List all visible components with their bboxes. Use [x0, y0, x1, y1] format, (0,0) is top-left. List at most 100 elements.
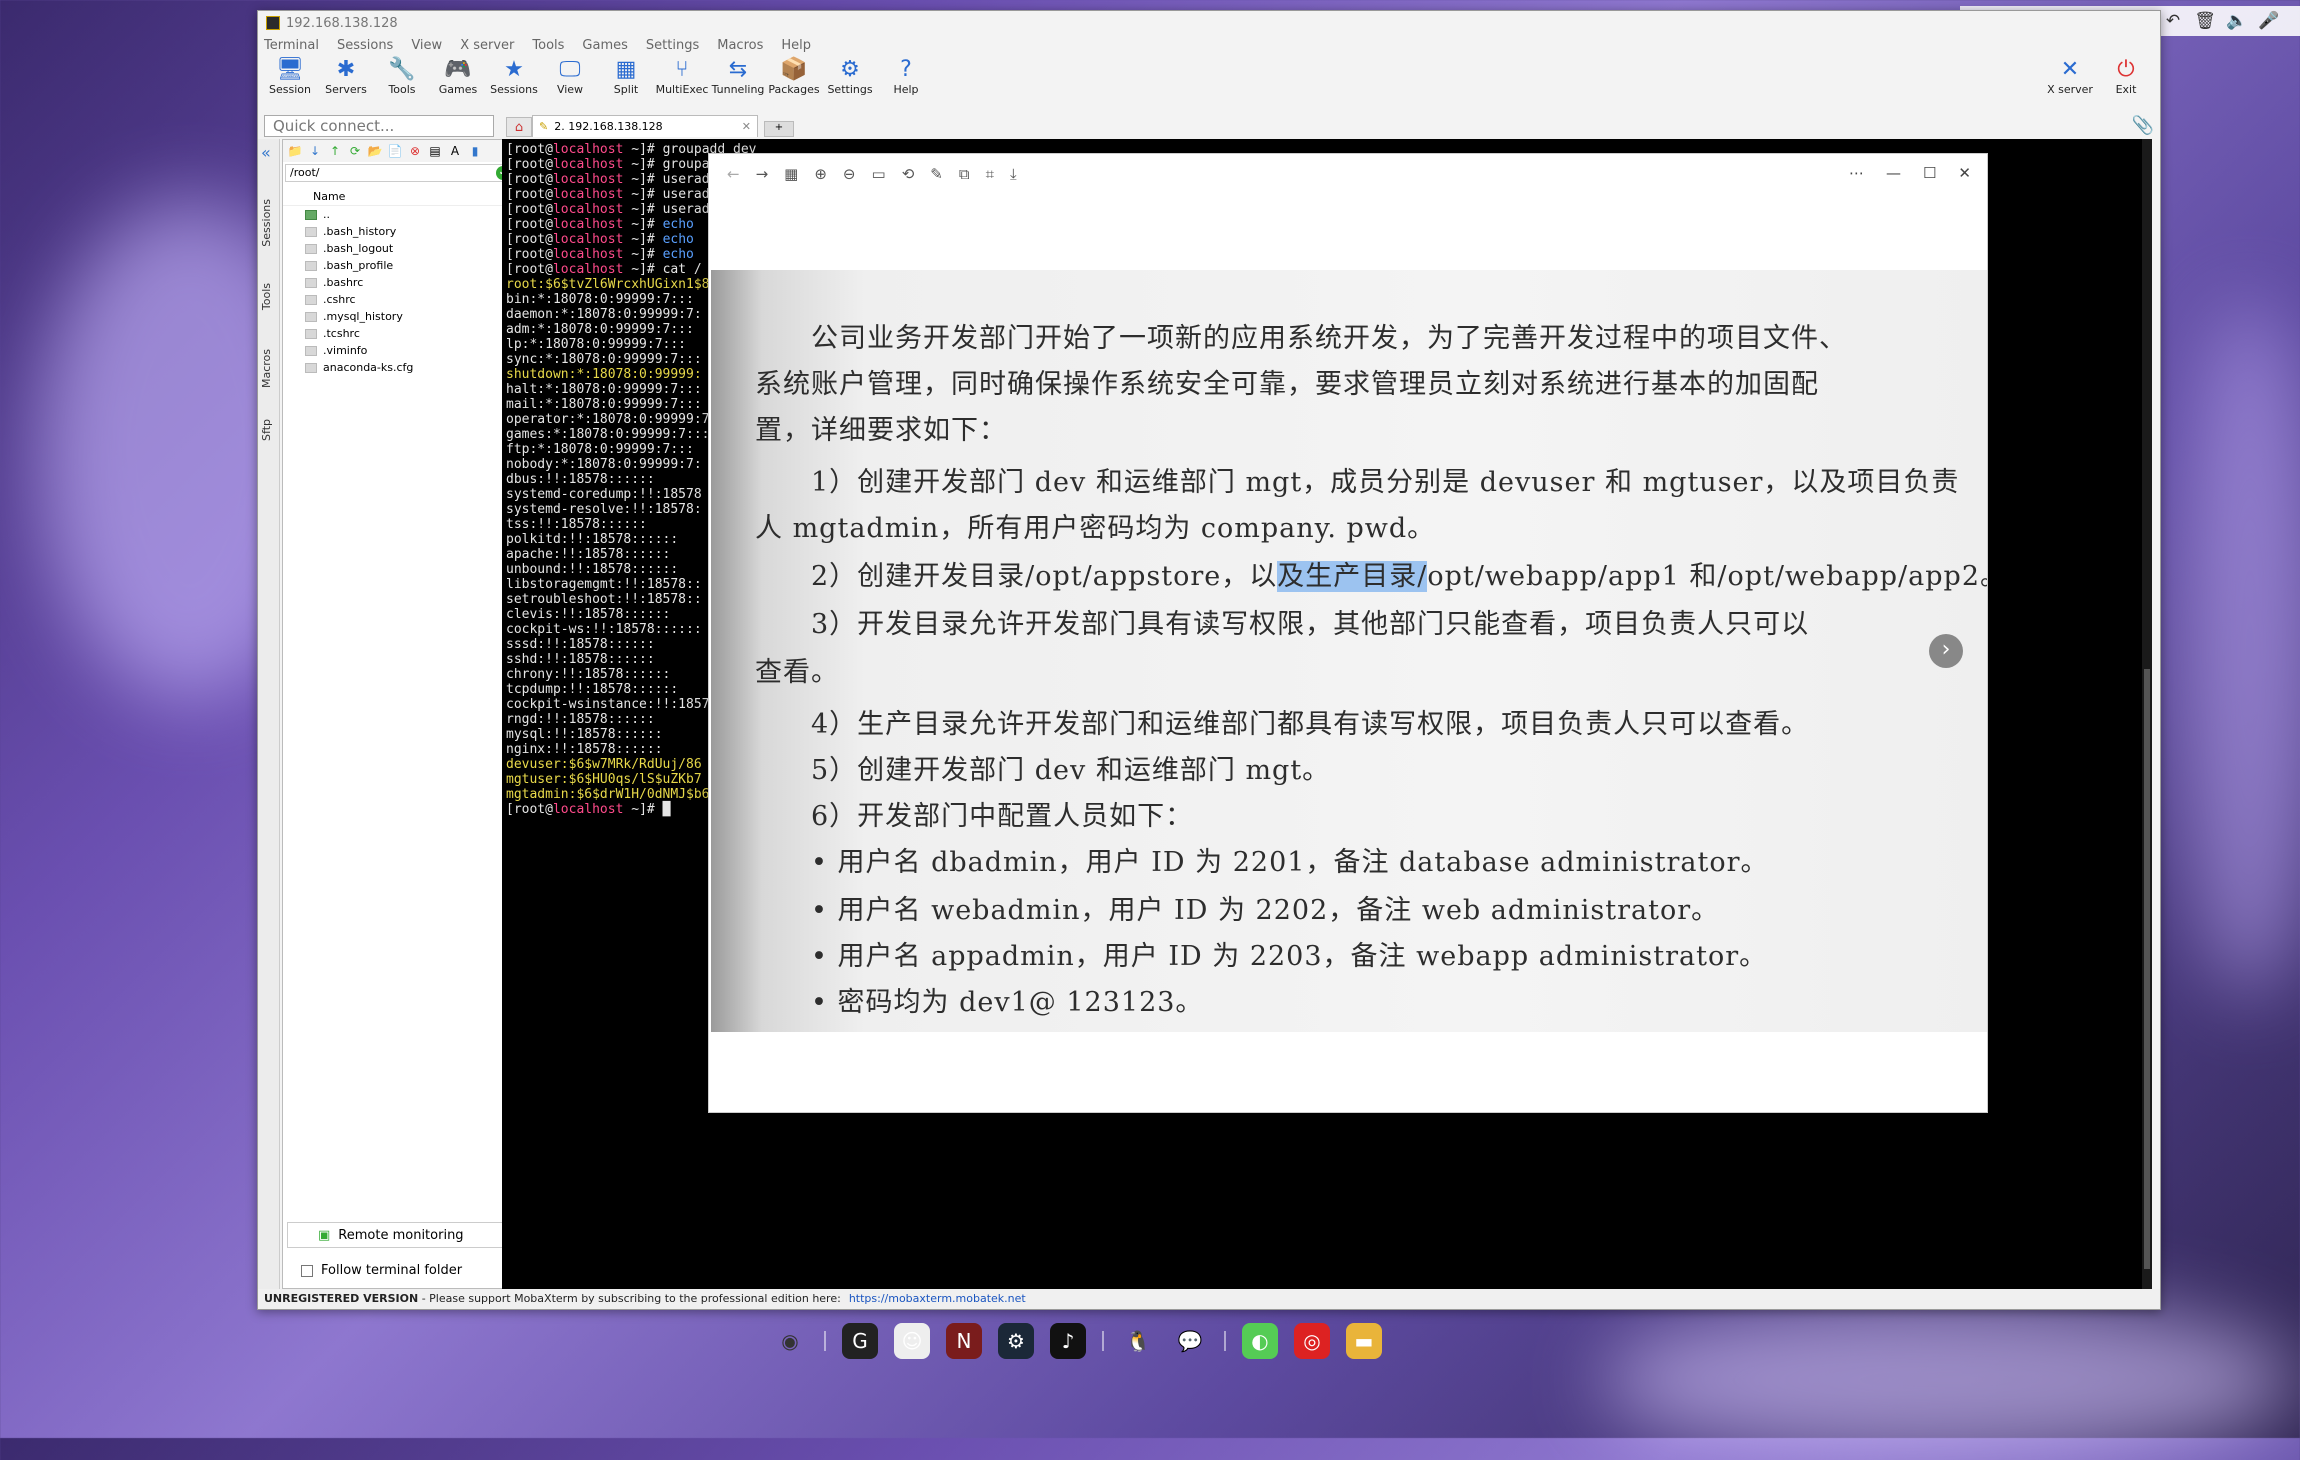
file-item[interactable]: ..: [283, 206, 515, 223]
new-tab-button[interactable]: +: [764, 121, 794, 137]
file-icon: [305, 260, 317, 271]
toggle-icon[interactable]: ▮: [467, 143, 483, 159]
mobatek-link[interactable]: https://mobaxterm.mobatek.net: [849, 1292, 1026, 1305]
qq-icon[interactable]: 🐧: [1120, 1323, 1156, 1359]
upload-icon[interactable]: ↑: [327, 143, 343, 159]
xserver-button[interactable]: ✕ X server: [2042, 55, 2098, 97]
toolbar-button[interactable]: ⑂ MultiExec: [654, 55, 710, 97]
file-item[interactable]: .bash_profile: [283, 257, 515, 274]
toolbar-button[interactable]: 📦 Packages: [766, 55, 822, 97]
naraka-icon[interactable]: N: [946, 1323, 982, 1359]
menu-item[interactable]: X server: [460, 38, 514, 53]
forward-icon[interactable]: →: [756, 165, 769, 183]
file-item[interactable]: .bash_logout: [283, 240, 515, 257]
toolbar-button[interactable]: ✱ Servers: [318, 55, 374, 97]
column-header-name[interactable]: Name: [283, 188, 515, 206]
delete-icon[interactable]: ⊗: [407, 143, 423, 159]
collapse-icon[interactable]: «: [261, 143, 271, 162]
sidebar-tab-sessions[interactable]: Sessions: [260, 199, 273, 247]
undo-icon[interactable]: ↶: [2160, 8, 2186, 34]
grid-icon[interactable]: ▦: [784, 165, 798, 183]
steam-icon[interactable]: ⚙: [998, 1323, 1034, 1359]
new-folder-icon[interactable]: 📂: [367, 143, 383, 159]
app-icon: [266, 16, 280, 30]
sidebar-tab-macros[interactable]: Macros: [260, 349, 273, 388]
folder-up-icon[interactable]: 📁: [287, 143, 303, 159]
menu-item[interactable]: Games: [582, 38, 627, 53]
quick-connect-input[interactable]: Quick connect...: [264, 115, 494, 137]
sftp-toolbar: 📁 ↓ ↑ ⟳ 📂 📄 ⊗ ▤ A ▮: [283, 140, 515, 162]
toolbar-button[interactable]: 🖵 View: [542, 55, 598, 97]
file-item[interactable]: anaconda-ks.cfg: [283, 359, 515, 376]
sftp-path-field[interactable]: /root/ ✓: [285, 164, 513, 182]
close-icon[interactable]: ✕: [1958, 164, 1971, 182]
toolbar-button[interactable]: 🎮 Games: [430, 55, 486, 97]
sidebar-tab-tools[interactable]: Tools: [260, 283, 273, 310]
chrome-icon[interactable]: ◉: [772, 1323, 808, 1359]
terminal-scrollbar[interactable]: [2142, 139, 2152, 1289]
microphone-icon[interactable]: 🎤: [2256, 8, 2282, 34]
toolbar-button[interactable]: ⇆ Tunneling: [710, 55, 766, 97]
file-item[interactable]: .mysql_history: [283, 308, 515, 325]
tiktok-icon[interactable]: ♪: [1050, 1323, 1086, 1359]
app-icon[interactable]: G: [842, 1323, 878, 1359]
menu-item[interactable]: Tools: [532, 38, 564, 53]
toolbar-button[interactable]: ? Help: [878, 55, 934, 97]
minimize-icon[interactable]: —: [1886, 164, 1901, 182]
new-file-icon[interactable]: 📄: [387, 143, 403, 159]
toolbar-button[interactable]: ⚙ Settings: [822, 55, 878, 97]
refresh-icon[interactable]: ⟳: [347, 143, 363, 159]
toolbar-button[interactable]: 🖥 Session: [262, 55, 318, 97]
file-icon: [305, 311, 317, 322]
maximize-icon[interactable]: ☐: [1923, 164, 1936, 182]
doc-line: 5）创建开发部门 dev 和运维部门 mgt。: [811, 755, 1331, 786]
file-item[interactable]: .bashrc: [283, 274, 515, 291]
more-icon[interactable]: ⋯: [1849, 164, 1864, 182]
menu-item[interactable]: View: [411, 38, 442, 53]
toolbar-button[interactable]: ▦ Split: [598, 55, 654, 97]
remote-monitoring-button[interactable]: ▣ Remote monitoring: [287, 1222, 511, 1248]
green-app-icon[interactable]: ◐: [1242, 1323, 1278, 1359]
paperclip-icon[interactable]: 📎: [2132, 115, 2154, 136]
tab-label: 2. 192.168.138.128: [554, 120, 663, 133]
download-icon[interactable]: ↓: [307, 143, 323, 159]
edit-icon[interactable]: ✎: [930, 165, 943, 183]
checkbox[interactable]: [301, 1264, 313, 1277]
menu-item[interactable]: Sessions: [337, 38, 393, 53]
menu-item[interactable]: Settings: [646, 38, 699, 53]
menu-item[interactable]: Macros: [717, 38, 763, 53]
file-icon: [305, 328, 317, 339]
game-icon[interactable]: ☺: [894, 1323, 930, 1359]
folder-icon[interactable]: ▬: [1346, 1323, 1382, 1359]
actual-size-icon[interactable]: ▭: [872, 165, 886, 183]
file-item[interactable]: .cshrc: [283, 291, 515, 308]
toolbar-button[interactable]: 🔧 Tools: [374, 55, 430, 97]
tab-session[interactable]: ✎ 2. 192.168.138.128 ✕: [532, 115, 758, 137]
sidebar-tab-sftp[interactable]: Sftp: [260, 419, 273, 441]
document-photo: 公司业务开发部门开始了一项新的应用系统开发，为了完善开发过程中的项目文件、 系统…: [711, 270, 1987, 1032]
close-tab-icon[interactable]: ✕: [742, 120, 751, 133]
delete-icon[interactable]: 🗑: [2192, 8, 2218, 34]
menu-item[interactable]: Help: [781, 38, 811, 53]
zoom-in-icon[interactable]: ⊕: [814, 165, 827, 183]
file-item[interactable]: .bash_history: [283, 223, 515, 240]
speaker-icon[interactable]: 🔈: [2224, 8, 2250, 34]
file-item[interactable]: .viminfo: [283, 342, 515, 359]
exit-button[interactable]: ⏻ Exit: [2098, 55, 2154, 97]
save-icon[interactable]: ⤓: [1010, 165, 1017, 183]
follow-terminal-folder[interactable]: Follow terminal folder: [287, 1263, 462, 1278]
rename-icon[interactable]: ▤: [427, 143, 443, 159]
toolbar-button[interactable]: ★ Sessions: [486, 55, 542, 97]
netease-music-icon[interactable]: ◎: [1294, 1323, 1330, 1359]
wechat-icon[interactable]: 💬: [1172, 1323, 1208, 1359]
home-tab[interactable]: ⌂: [506, 117, 532, 137]
back-icon[interactable]: ←: [727, 165, 740, 183]
menu-item[interactable]: Terminal: [264, 38, 319, 53]
ocr-icon[interactable]: ⌗: [986, 165, 994, 183]
zoom-out-icon[interactable]: ⊖: [843, 165, 856, 183]
text-icon[interactable]: A: [447, 143, 463, 159]
next-image-button[interactable]: ›: [1929, 634, 1963, 668]
rotate-icon[interactable]: ⟲: [902, 165, 915, 183]
file-item[interactable]: .tcshrc: [283, 325, 515, 342]
copy-icon[interactable]: ⧉: [959, 165, 970, 183]
